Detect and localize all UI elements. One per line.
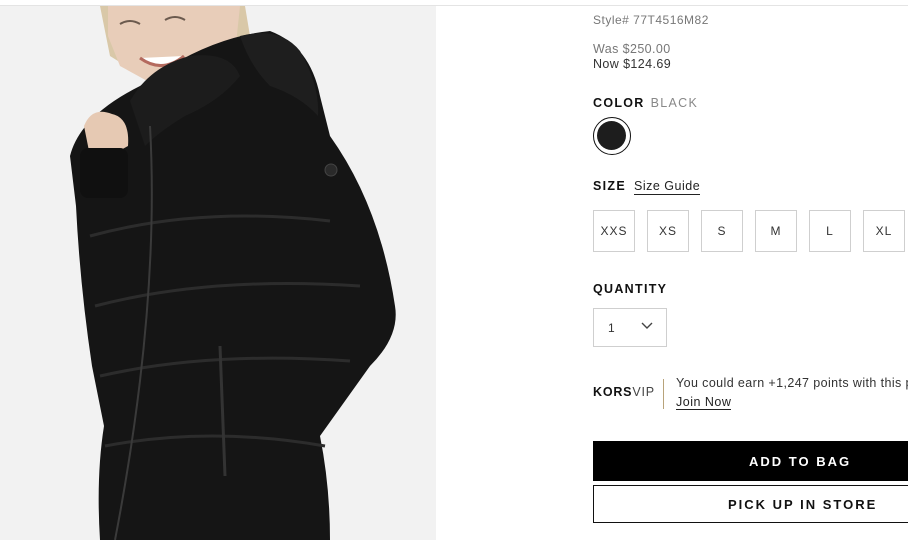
add-to-bag-button[interactable]: ADD TO BAG xyxy=(593,441,908,481)
swatch-dot xyxy=(597,121,626,150)
size-heading: SIZE xyxy=(593,179,626,193)
korsvip-logo: KORSVIP xyxy=(593,385,655,399)
size-option-xxs[interactable]: XXS xyxy=(593,210,635,252)
korsvip-brand-bold: KORS xyxy=(593,385,633,399)
color-heading: COLOR BLACK xyxy=(593,96,698,110)
product-image[interactable] xyxy=(0,6,436,540)
size-option-m[interactable]: M xyxy=(755,210,797,252)
size-label: SIZE xyxy=(593,179,626,193)
style-number: Style# 77T4516M82 xyxy=(593,13,709,27)
size-option-s[interactable]: S xyxy=(701,210,743,252)
size-option-xs[interactable]: XS xyxy=(647,210,689,252)
color-value: BLACK xyxy=(650,96,699,110)
color-swatch-black[interactable] xyxy=(593,117,631,155)
join-now-link[interactable]: Join Now xyxy=(676,395,732,410)
now-price: Now $124.69 xyxy=(593,57,672,71)
quantity-value: 1 xyxy=(608,321,615,335)
size-option-l[interactable]: L xyxy=(809,210,851,252)
size-option-xl[interactable]: XL xyxy=(863,210,905,252)
korsvip-brand-light: VIP xyxy=(632,385,655,399)
size-guide-link[interactable]: Size Guide xyxy=(634,179,701,195)
vip-divider xyxy=(663,379,664,409)
quantity-select[interactable]: 1 xyxy=(593,308,667,347)
jacket-photo xyxy=(0,6,436,540)
was-price: Was $250.00 xyxy=(593,42,671,56)
color-label: COLOR xyxy=(593,96,645,110)
quantity-label: QUANTITY xyxy=(593,282,668,296)
chevron-down-icon xyxy=(641,322,653,329)
pick-up-in-store-button[interactable]: PICK UP IN STORE xyxy=(593,485,908,523)
vip-points-message: You could earn +1,247 points with this p… xyxy=(676,376,908,390)
